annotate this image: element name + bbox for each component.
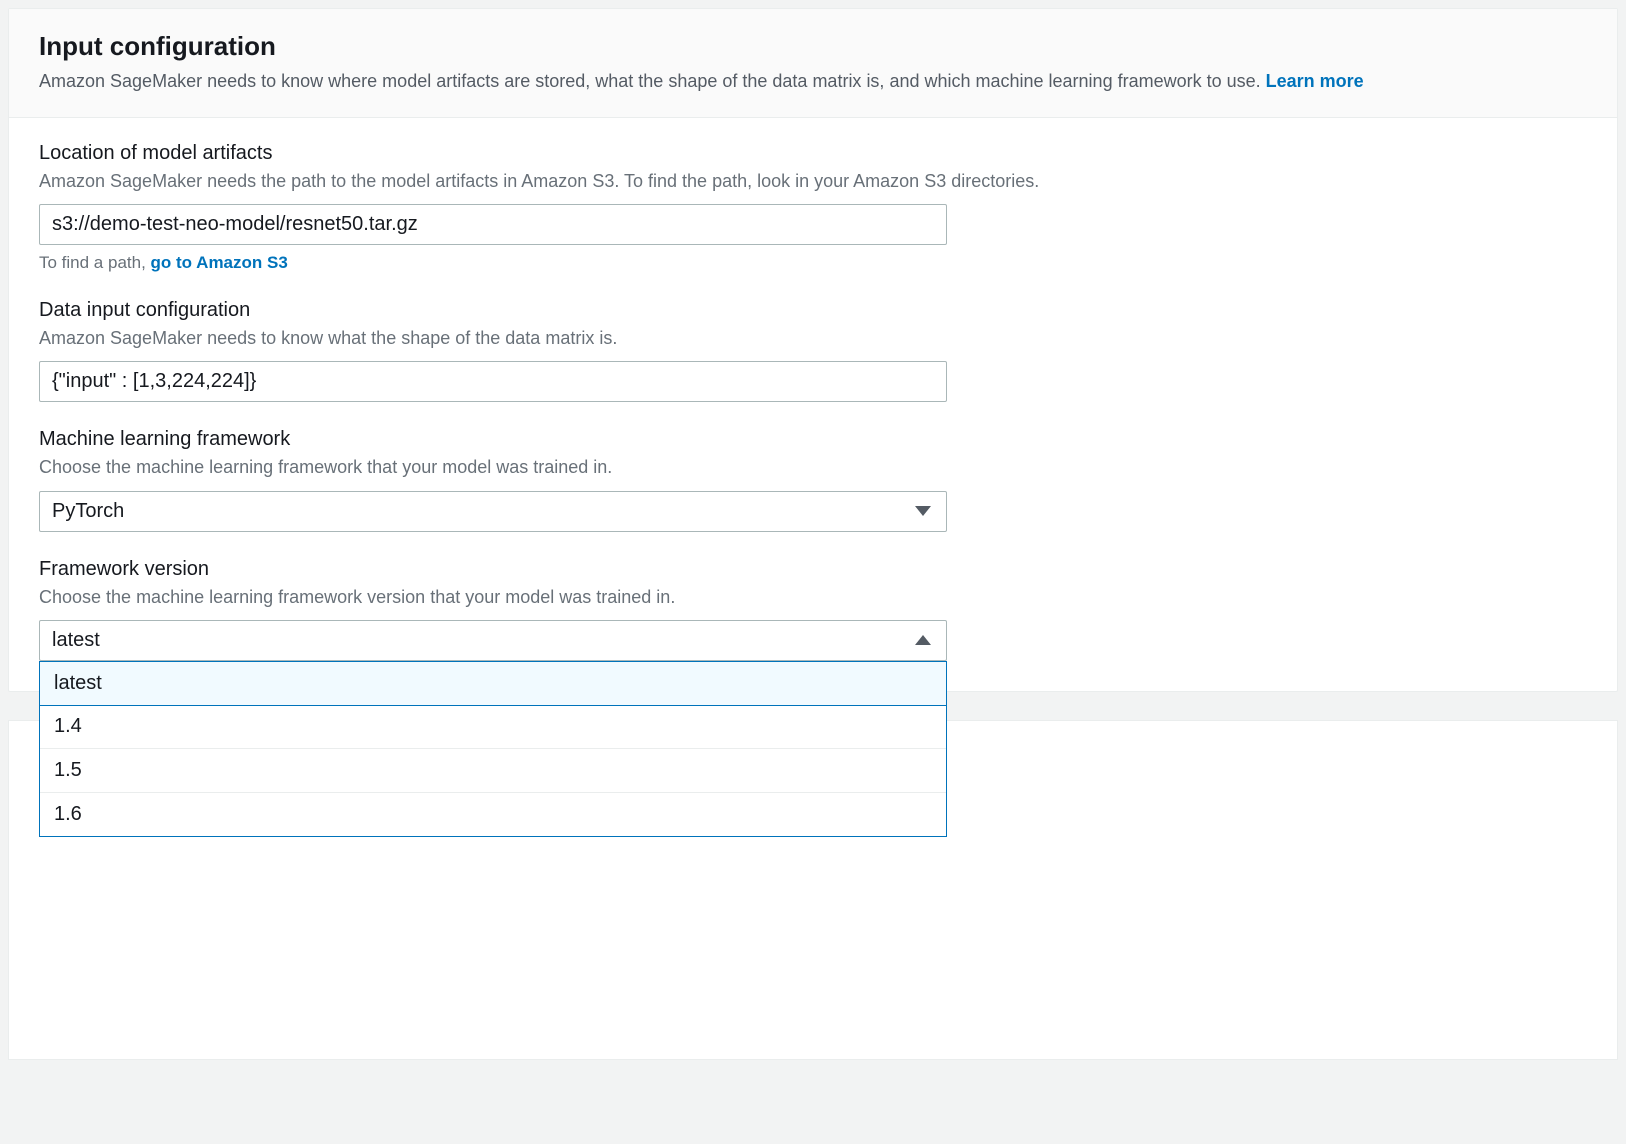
data-input-group: Data input configuration Amazon SageMake…	[39, 299, 1587, 402]
panel-description-text: Amazon SageMaker needs to know where mod…	[39, 71, 1261, 91]
panel-header: Input configuration Amazon SageMaker nee…	[9, 9, 1617, 118]
version-select[interactable]: latest latest1.41.51.6	[39, 620, 947, 661]
framework-select[interactable]: PyTorch	[39, 491, 947, 532]
input-configuration-panel: Input configuration Amazon SageMaker nee…	[8, 8, 1618, 692]
version-dropdown: latest1.41.51.6	[39, 661, 947, 837]
chevron-up-icon	[915, 635, 931, 645]
version-subtext: Choose the machine learning framework ve…	[39, 585, 1587, 610]
framework-subtext: Choose the machine learning framework th…	[39, 455, 1587, 480]
framework-select-value: PyTorch	[52, 500, 124, 523]
data-input-subtext: Amazon SageMaker needs to know what the …	[39, 326, 1587, 351]
data-input-field[interactable]	[39, 361, 947, 402]
learn-more-link[interactable]: Learn more	[1266, 71, 1364, 91]
artifacts-label: Location of model artifacts	[39, 142, 1587, 165]
go-to-s3-link[interactable]: go to Amazon S3	[151, 253, 288, 272]
framework-select-display[interactable]: PyTorch	[39, 491, 947, 532]
version-option[interactable]: latest	[39, 661, 947, 706]
artifacts-subtext: Amazon SageMaker needs the path to the m…	[39, 169, 1587, 194]
framework-label: Machine learning framework	[39, 428, 1587, 451]
version-group: Framework version Choose the machine lea…	[39, 558, 1587, 661]
version-option[interactable]: 1.5	[40, 749, 946, 793]
artifacts-group: Location of model artifacts Amazon SageM…	[39, 142, 1587, 273]
version-option[interactable]: 1.4	[40, 705, 946, 749]
version-select-display[interactable]: latest	[39, 620, 947, 661]
version-option[interactable]: 1.6	[40, 793, 946, 836]
artifacts-input[interactable]	[39, 204, 947, 245]
version-label: Framework version	[39, 558, 1587, 581]
panel-title: Input configuration	[39, 31, 1587, 62]
chevron-down-icon	[915, 506, 931, 516]
version-select-value: latest	[52, 629, 100, 652]
framework-group: Machine learning framework Choose the ma…	[39, 428, 1587, 531]
data-input-label: Data input configuration	[39, 299, 1587, 322]
artifacts-hint: To find a path, go to Amazon S3	[39, 253, 1587, 273]
panel-description: Amazon SageMaker needs to know where mod…	[39, 68, 1587, 95]
panel-body: Location of model artifacts Amazon SageM…	[9, 118, 1617, 691]
artifacts-hint-prefix: To find a path,	[39, 253, 151, 272]
